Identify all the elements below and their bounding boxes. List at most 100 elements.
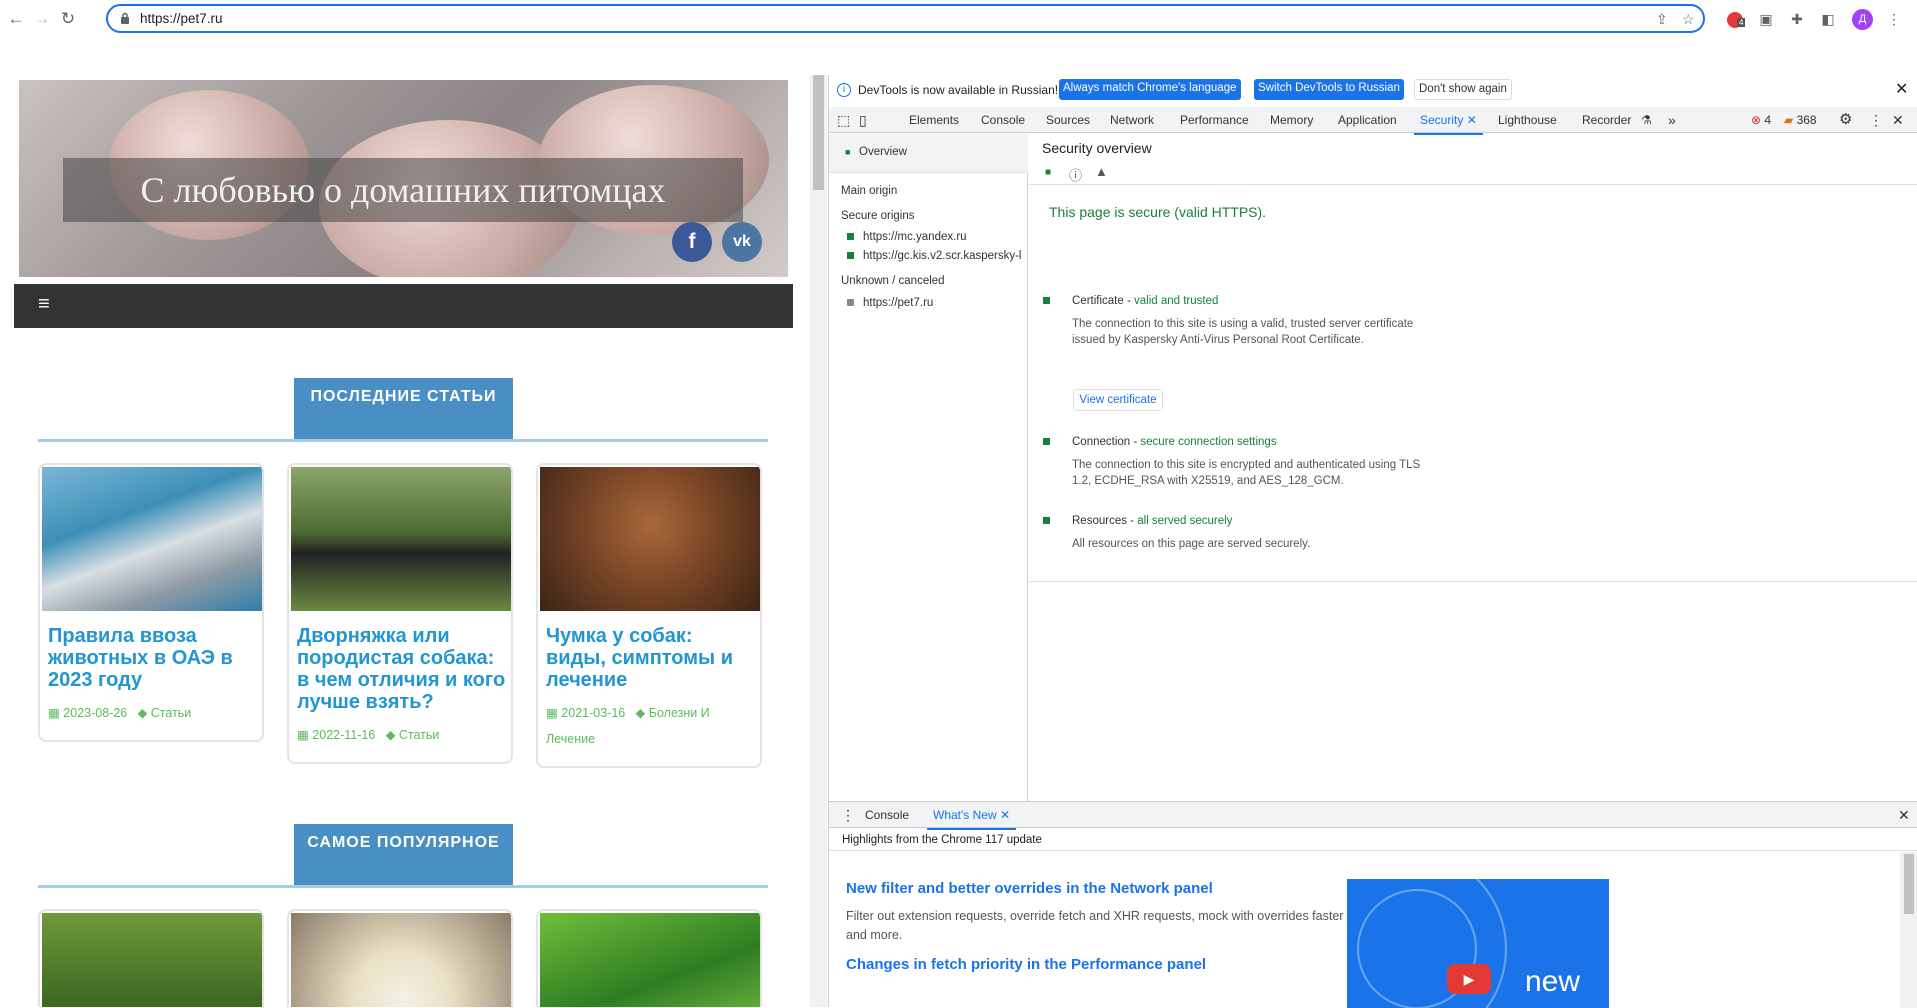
shepherd-puppy-photo[interactable] [42, 913, 262, 1007]
tab-recorder[interactable]: Recorder [1582, 107, 1631, 133]
close-devtools-icon[interactable]: ✕ [1892, 107, 1904, 133]
drawer-tab-console[interactable]: Console [865, 802, 909, 828]
article-card[interactable]: Чумка у собак: виды, симптомы и лечение … [536, 463, 762, 768]
connection-description: The connection to this site is encrypted… [1072, 459, 1421, 487]
popular-card[interactable] [287, 909, 513, 1007]
more-tabs-icon[interactable]: » [1668, 107, 1676, 133]
security-overview-pane: Security overview ■ ⓘ ▲ This page is sec… [1029, 134, 1917, 801]
article-date: 2023-08-26 [63, 706, 128, 720]
tab-memory[interactable]: Memory [1270, 107, 1313, 133]
chrome-menu-icon[interactable]: ⋮ [1884, 9, 1904, 29]
view-certificate-button[interactable]: View certificate [1073, 389, 1163, 411]
hamburger-menu-icon[interactable]: ≡ [38, 293, 50, 316]
article-meta: ▦ 2021-03-16 ◆ Болезни И Лечение [546, 700, 746, 752]
whats-new-video-thumbnail[interactable]: ▶ new [1347, 879, 1609, 1008]
back-icon[interactable]: ← [6, 9, 26, 29]
scrollbar-thumb[interactable] [813, 75, 824, 190]
tab-network[interactable]: Network [1110, 107, 1154, 133]
devtools-menu-icon[interactable]: ⋮ [1869, 107, 1883, 133]
close-infobar-icon[interactable]: ✕ [1895, 75, 1908, 105]
article-card[interactable]: Правила ввоза животных в ОАЭ в 2023 году… [38, 463, 264, 742]
sidebar-origin-item[interactable]: https://gc.kis.v2.scr.kaspersky-l [847, 248, 1027, 264]
whats-new-label: What's New [933, 808, 997, 822]
section-divider [38, 885, 768, 888]
tab-elements[interactable]: Elements [909, 107, 959, 133]
tab-lighthouse[interactable]: Lighthouse [1498, 107, 1557, 133]
extensions-puzzle-icon[interactable]: ✚ [1787, 9, 1807, 29]
device-toolbar-icon[interactable]: ▯ [859, 107, 867, 133]
drawer-scrollbar[interactable] [1900, 852, 1917, 1008]
article-title[interactable]: Правила ввоза животных в ОАЭ в 2023 году [48, 625, 260, 691]
popular-card[interactable] [38, 909, 264, 1007]
sidebar-item-overview[interactable]: ■ Overview [829, 134, 1028, 173]
always-match-language-button[interactable]: Always match Chrome's language [1059, 79, 1241, 100]
divider [1029, 581, 1917, 582]
sidebar-unknown-origins: Unknown / canceled [841, 275, 945, 287]
video-label: new [1525, 965, 1581, 998]
reload-icon[interactable]: ↻ [58, 9, 78, 29]
youtube-play-icon[interactable]: ▶ [1447, 964, 1491, 994]
article-meta: ▦ 2023-08-26 ◆ Статьи [48, 700, 191, 726]
vk-icon[interactable]: vk [722, 222, 762, 262]
tab-application[interactable]: Application [1338, 107, 1397, 133]
side-panel-icon[interactable]: ◧ [1818, 9, 1838, 29]
dubai-marina-photo[interactable] [42, 467, 262, 611]
url-input[interactable] [140, 6, 1540, 31]
sidebar-main-origin: Main origin [841, 185, 898, 197]
page-scrollbar[interactable] [810, 75, 827, 1007]
certificate-description: The connection to this site is using a v… [1072, 318, 1414, 346]
dog-paw-photo[interactable] [291, 467, 511, 611]
close-drawer-icon[interactable]: ✕ [1898, 802, 1910, 828]
facebook-icon[interactable]: f [672, 222, 712, 262]
article-card[interactable]: Дворняжка или породистая собака: в чем о… [287, 463, 513, 764]
secure-square-icon [847, 233, 854, 241]
sidebar-overview-label: Overview [859, 146, 907, 158]
warning-counter[interactable]: ▰ 368 [1784, 107, 1817, 133]
whats-new-item-title[interactable]: Changes in fetch priority in the Perform… [846, 956, 1206, 973]
popular-card[interactable] [536, 909, 762, 1007]
profile-avatar[interactable]: Д [1852, 9, 1873, 30]
drawer-tab-whats-new[interactable]: What's New ✕ [927, 802, 1017, 830]
tab-sources[interactable]: Sources [1046, 107, 1090, 133]
sidebar-origin-item[interactable]: https://pet7.ru [847, 295, 933, 311]
cockatiel-photo[interactable] [291, 913, 511, 1007]
divider [1029, 184, 1917, 185]
beagle-photo[interactable] [540, 467, 760, 611]
hero-title: С любовью о домашних питомцах [140, 170, 666, 210]
site-menu-bar: ≡ [14, 284, 793, 328]
inspect-element-icon[interactable]: ⬚ [837, 107, 850, 133]
cast-icon[interactable]: ▣ [1756, 9, 1776, 29]
close-tab-icon[interactable]: ✕ [1467, 113, 1477, 127]
dont-show-again-button[interactable]: Don't show again [1414, 79, 1512, 100]
tab-security[interactable]: Security ✕ [1414, 107, 1483, 135]
article-meta: ▦ 2022-11-16 ◆ Статьи [297, 722, 439, 748]
share-icon[interactable]: ⇪ [1656, 12, 1668, 26]
bookmark-star-icon[interactable]: ☆ [1682, 12, 1695, 26]
switch-devtools-russian-button[interactable]: Switch DevTools to Russian [1254, 79, 1404, 100]
lock-icon[interactable] [120, 12, 130, 24]
article-category[interactable]: Статьи [151, 706, 192, 720]
flask-icon: ⚗ [1641, 113, 1652, 127]
sidebar-origin-item[interactable]: https://mc.yandex.ru [847, 229, 967, 245]
article-category[interactable]: Статьи [399, 728, 440, 742]
article-title[interactable]: Чумка у собак: виды, симптомы и лечение [546, 625, 758, 691]
certificate-label: Certificate - [1072, 295, 1134, 307]
tab-console[interactable]: Console [981, 107, 1025, 133]
resources-status: all served securely [1137, 515, 1233, 527]
info-circle-icon: ⓘ [1069, 168, 1083, 183]
drawer-menu-icon[interactable]: ⋮ [841, 802, 855, 828]
tag-icon: ◆ [635, 706, 646, 720]
section-heading-latest: ПОСЛЕДНИЕ СТАТЬИ [294, 378, 513, 440]
adblock-extension-icon[interactable]: 4 [1725, 9, 1746, 29]
aquarium-plant-photo[interactable] [540, 913, 760, 1007]
settings-gear-icon[interactable]: ⚙ [1839, 107, 1852, 133]
error-counter[interactable]: ⊗ 4 [1751, 107, 1771, 133]
whats-new-item-title[interactable]: New filter and better overrides in the N… [846, 880, 1213, 897]
forward-icon[interactable]: → [32, 9, 52, 29]
connection-item: Connection - secure connection settings [1072, 434, 1277, 450]
close-tab-icon[interactable]: ✕ [1000, 808, 1010, 822]
address-bar[interactable]: ⇪ ☆ [106, 4, 1705, 33]
scrollbar-thumb[interactable] [1904, 854, 1914, 914]
tab-performance[interactable]: Performance [1180, 107, 1249, 133]
article-title[interactable]: Дворняжка или породистая собака: в чем о… [297, 625, 509, 713]
